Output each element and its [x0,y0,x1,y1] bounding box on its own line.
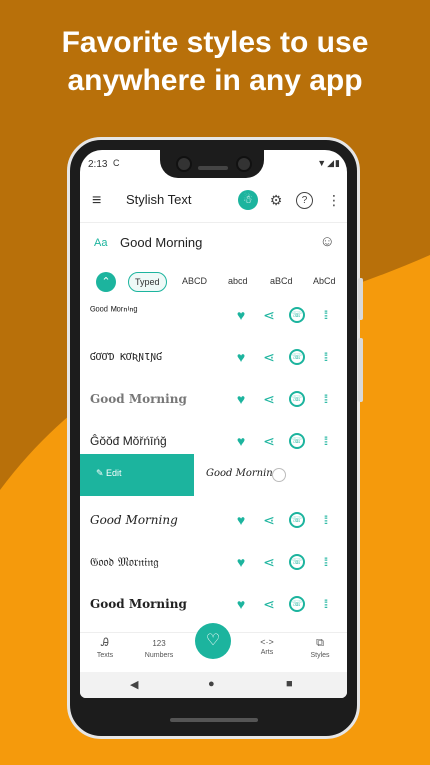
whatsapp-icon[interactable]: ☏ [289,307,305,323]
list-item[interactable]: ᴳᵒᵒᵈ ᴹᵒʳⁿⁱⁿᵍ ♥ ⋖ ☏ ⁞⁞ [80,296,347,338]
heart-icon[interactable]: ♥ [232,390,250,408]
style-text: Good Morning [90,513,178,527]
nav-label: Arts [260,649,274,656]
share-icon[interactable]: ⋖ [260,553,278,571]
front-sensor [236,156,252,172]
more-icon[interactable]: ⋮ [324,190,344,210]
status-app-icon: C [113,158,120,168]
nav-label: Numbers [144,652,174,659]
home-icon[interactable]: ● [208,678,215,690]
nav-texts[interactable]: Ꭿ Texts [80,637,130,659]
whatsapp-icon[interactable]: ☏ [289,433,305,449]
headline-line-2: anywhere in any app [67,64,363,97]
share-icon[interactable]: ⋖ [260,432,278,450]
drag-handle-icon[interactable]: ⁞⁞ [316,306,334,324]
earpiece-speaker [198,166,228,170]
edit-text: Edit [106,468,122,478]
share-icon[interactable]: ⋖ [260,390,278,408]
style-text: 𝔊𝔬𝔬𝔡 𝔐𝔬𝔯𝔫𝔦𝔫𝔤 [90,555,159,569]
text-input[interactable]: Good Morning [120,235,202,250]
recents-icon[interactable]: ■ [286,678,293,690]
headline: Favorite styles to use anywhere in any a… [0,24,430,100]
whatsapp-icon[interactable]: ☏ [289,391,305,407]
text-input-row[interactable]: Aa Good Morning ☺ [80,222,347,267]
drag-handle-icon[interactable]: ⁞⁞ [316,432,334,450]
edit-action[interactable]: ✎ Edit [80,454,194,496]
heart-icon[interactable]: ♥ [232,306,250,324]
nav-label: Texts [96,652,114,659]
menu-icon[interactable]: ≡ [92,192,101,210]
font-icon: Aa [94,237,108,249]
chip-title[interactable]: AbCd [307,272,342,290]
nav-label: Styles [310,652,330,659]
swiped-style-text: Good Morning [206,468,280,479]
app-title: Stylish Text [126,192,192,207]
heart-icon[interactable]: ♥ [232,595,250,613]
whatsapp-icon[interactable]: ☏ [289,512,305,528]
chip-typed[interactable]: Typed [128,272,167,292]
whatsapp-icon[interactable]: ☏ [289,349,305,365]
texts-icon: Ꭿ [101,637,109,649]
drag-handle-icon[interactable]: ⁞⁞ [316,348,334,366]
list-item[interactable]: Good Morning ♥ ⋖ ☏ ⁞⁞ [80,585,347,627]
style-text: Good Morning [90,392,187,406]
back-icon[interactable]: ◀ [130,678,138,691]
whatsapp-icon[interactable]: ☏ [289,596,305,612]
chip-lower[interactable]: abcd [222,272,254,290]
share-icon[interactable]: ⋖ [260,595,278,613]
front-camera [176,156,192,172]
heart-icon[interactable]: ♥ [232,553,250,571]
phone-screen: 2:13 C ▼◢▮ ≡ Stylish Text ☃ ⚙ ? ⋮ Aa Goo… [80,150,347,698]
collapse-icon[interactable]: ⌃ [96,272,116,292]
heart-icon[interactable]: ♥ [232,348,250,366]
settings-icon[interactable]: ⚙ [266,190,286,210]
share-icon[interactable]: ⋖ [260,348,278,366]
heart-icon[interactable]: ♥ [232,432,250,450]
style-text: Ĝŏŏđ Mŏřńīńğ [90,434,167,448]
phone-volume-button [358,338,363,402]
phone-bottom-bar [170,718,258,722]
swiped-list-item[interactable]: ✎ Edit Good Morning [80,454,347,496]
edit-label: ✎ Edit [96,468,122,478]
list-item[interactable]: Good Morning ♥ ⋖ ☏ ⁞⁞ [80,380,347,422]
nav-styles[interactable]: ⧉ Styles [295,637,345,659]
heart-icon[interactable]: ♥ [232,511,250,529]
style-text: ᴳᵒᵒᵈ ᴹᵒʳⁿⁱⁿᵍ [90,305,138,317]
chip-alt[interactable]: aBCd [264,272,299,290]
status-time: 2:13 [88,159,108,170]
drag-handle-icon[interactable]: ⁞⁞ [316,595,334,613]
share-icon[interactable]: ⋖ [260,306,278,324]
help-icon[interactable]: ? [296,192,313,209]
drag-handle-icon[interactable]: ⁞⁞ [316,511,334,529]
premium-icon[interactable]: ☃ [238,190,258,210]
app-bar: ≡ Stylish Text ☃ ⚙ ? ⋮ [80,178,347,222]
phone-side-button [358,278,363,320]
style-text: Good Morning [90,597,187,611]
styles-icon: ⧉ [316,637,324,649]
select-radio[interactable] [272,468,286,482]
emoji-icon[interactable]: ☺ [320,233,335,250]
list-item[interactable]: Good Morning ♥ ⋖ ☏ ⁞⁞ [80,501,347,543]
drag-handle-icon[interactable]: ⁞⁞ [316,390,334,408]
headline-line-1: Favorite styles to use [61,26,369,59]
status-right-icons: ▼◢▮ [317,158,341,168]
favorites-button[interactable]: ♡ [195,623,231,659]
list-item[interactable]: ƓƠƠƊ ƘƠƦƝƖƝƓ ♥ ⋖ ☏ ⁞⁞ [80,338,347,380]
chip-upper[interactable]: ABCD [176,272,213,290]
system-nav-bar: ◀ ● ■ [80,672,347,698]
nav-arts[interactable]: <·> Arts [242,637,292,656]
share-icon[interactable]: ⋖ [260,511,278,529]
drag-handle-icon[interactable]: ⁞⁞ [316,553,334,571]
nav-numbers[interactable]: 123 Numbers [134,637,184,659]
case-chips: ⌃ Typed ABCD abcd aBCd AbCd [80,266,347,298]
bottom-nav: Ꭿ Texts 123 Numbers ♡ <·> Arts ⧉ Styles [80,623,347,673]
list-item[interactable]: 𝔊𝔬𝔬𝔡 𝔐𝔬𝔯𝔫𝔦𝔫𝔤 ♥ ⋖ ☏ ⁞⁞ [80,543,347,585]
numbers-icon: 123 [152,639,166,648]
arts-icon: <·> [260,637,274,647]
style-text: ƓƠƠƊ ƘƠƦƝƖƝƓ [90,352,163,363]
whatsapp-icon[interactable]: ☏ [289,554,305,570]
